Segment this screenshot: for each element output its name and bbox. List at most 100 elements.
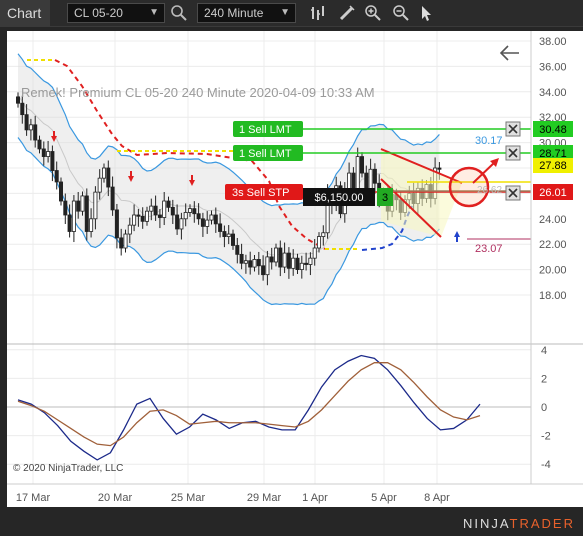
- candle-body: [110, 186, 115, 211]
- candle-body: [205, 219, 210, 227]
- brand-logo: NINJATRADER: [463, 516, 575, 531]
- candle-body: [67, 214, 72, 232]
- date-tick-label: 5 Apr: [371, 492, 397, 504]
- candle-body: [123, 233, 128, 249]
- oscillator-slow-line: [17, 362, 481, 447]
- candle-body: [282, 252, 287, 268]
- candle-body: [132, 214, 137, 226]
- date-tick-label: 8 Apr: [424, 492, 450, 504]
- footer-bar: NINJATRADER: [0, 507, 583, 536]
- candle-body: [209, 214, 214, 221]
- position-display[interactable]: $6,150.00 3: [303, 188, 393, 206]
- draw-tools-icon[interactable]: [338, 4, 356, 22]
- candle-body: [93, 191, 98, 220]
- midline-value: 26.62: [477, 185, 502, 196]
- candle-body: [265, 256, 270, 276]
- search-icon[interactable]: [170, 4, 188, 22]
- chart-panel[interactable]: Remek! Premium CL 05-20 240 Minute 2020-…: [7, 31, 583, 507]
- chart-toolbar: Chart CL 05-20 ▼ 240 Minute ▼: [0, 0, 583, 27]
- candle-body: [304, 262, 309, 265]
- zoom-in-icon[interactable]: [364, 4, 382, 22]
- candle-body: [89, 218, 94, 232]
- brand-right: TRADER: [509, 516, 575, 531]
- candle-body: [15, 96, 20, 104]
- bar-style-icon[interactable]: [310, 4, 328, 22]
- candle-body: [170, 206, 175, 216]
- candle-body: [226, 233, 231, 237]
- order-label: 1 Sell LMT: [239, 124, 292, 136]
- candle-body: [59, 181, 64, 202]
- candle-body: [316, 236, 321, 249]
- candle-body: [71, 200, 76, 232]
- candle-body: [80, 195, 85, 212]
- candle-body: [321, 232, 326, 237]
- interval-value: 240 Minute: [204, 6, 264, 20]
- order-sell-limit-2[interactable]: 1 Sell LMT: [233, 145, 303, 161]
- candle-body: [63, 200, 68, 216]
- price-tick-label: 34.00: [539, 87, 567, 99]
- candle-body: [76, 200, 81, 212]
- candle-body: [166, 200, 171, 208]
- candle-body: [192, 208, 197, 215]
- candle-body: [291, 257, 296, 269]
- candle-body: [213, 214, 218, 225]
- oscillator-tick-label: 2: [541, 373, 547, 385]
- chart-window: Chart CL 05-20 ▼ 240 Minute ▼ Remek! Pre…: [0, 0, 583, 536]
- window-title: Chart: [0, 0, 50, 26]
- oscillator-fast-line: [17, 354, 481, 461]
- candle-body: [372, 168, 377, 184]
- candle-body: [273, 247, 278, 263]
- position-pnl: $6,150.00: [315, 192, 364, 204]
- candle-body: [299, 262, 304, 270]
- candle-body: [355, 156, 360, 190]
- oscillator-tick-label: -2: [541, 431, 551, 443]
- interval-selector[interactable]: 240 Minute ▼: [197, 3, 296, 23]
- instrument-selector[interactable]: CL 05-20 ▼: [67, 3, 165, 23]
- chart-canvas[interactable]: Remek! Premium CL 05-20 240 Minute 2020-…: [7, 31, 583, 507]
- candle-body: [24, 114, 29, 131]
- candle-body: [54, 170, 59, 183]
- candle-body: [437, 167, 442, 170]
- candle-body: [351, 172, 356, 190]
- candle-body: [106, 167, 111, 188]
- price-tick-label: 38.00: [539, 36, 567, 48]
- cancel-order-button-1[interactable]: [505, 121, 521, 137]
- cancel-order-button-3[interactable]: [505, 185, 521, 201]
- order-label: 3s Sell STP: [232, 187, 289, 199]
- date-tick-label: 1 Apr: [302, 492, 328, 504]
- cancel-order-button-2[interactable]: [505, 145, 521, 161]
- brand-left: NINJA: [462, 516, 510, 531]
- candle-body: [196, 213, 201, 220]
- candle-body: [278, 247, 283, 268]
- date-tick-label: 29 Mar: [247, 492, 282, 504]
- price-tag-text: 27.88: [539, 160, 567, 172]
- price-tag-text: 26.01: [539, 187, 567, 199]
- candle-body: [157, 214, 162, 218]
- date-axis[interactable]: 17 Mar 20 Mar 25 Mar 29 Mar 1 Apr 5 Apr 8 Apr: [16, 492, 450, 504]
- price-tag-text: 30.48: [539, 124, 567, 136]
- order-sell-stop[interactable]: 3s Sell STP: [225, 184, 303, 200]
- candle-body: [144, 210, 149, 222]
- candle-body: [175, 214, 180, 230]
- candle-body: [218, 223, 223, 232]
- pointer-icon[interactable]: [418, 4, 436, 22]
- price-tick-label: 18.00: [539, 290, 567, 302]
- candle-body: [102, 167, 107, 179]
- candle-body: [119, 237, 124, 249]
- chevron-down-icon: ▼: [280, 7, 290, 18]
- candle-body: [347, 172, 352, 190]
- candle-body: [140, 215, 145, 222]
- order-sell-limit-1[interactable]: 1 Sell LMT: [233, 121, 303, 137]
- candle-body: [46, 151, 51, 157]
- candle-body: [248, 260, 253, 268]
- oscillator-tick-label: 0: [541, 402, 547, 414]
- candle-body: [179, 218, 184, 230]
- candle-body: [359, 156, 364, 174]
- price-tick-label: 24.00: [539, 214, 567, 226]
- candle-body: [235, 245, 240, 255]
- candle-body: [136, 214, 141, 217]
- oscillator-axis[interactable]: 4 2 0 -2 -4: [541, 345, 551, 471]
- candle-body: [295, 257, 300, 270]
- zoom-out-icon[interactable]: [392, 4, 410, 22]
- date-tick-label: 20 Mar: [98, 492, 133, 504]
